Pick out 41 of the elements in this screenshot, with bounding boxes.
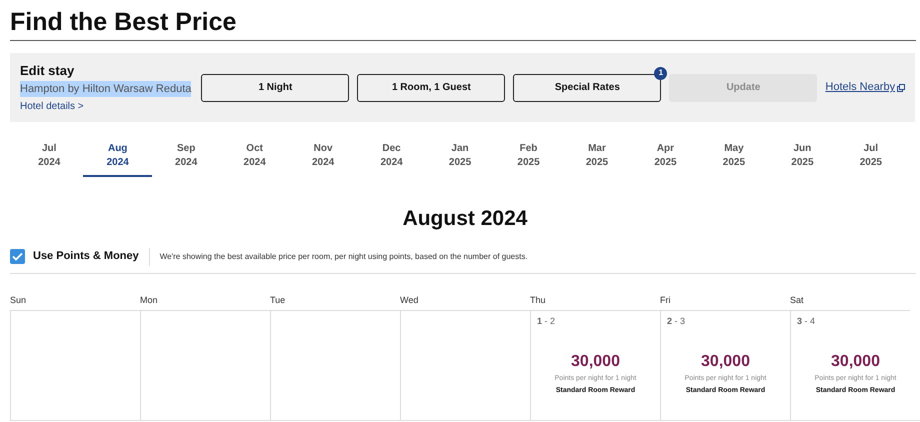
points-price: 30,000 bbox=[571, 352, 620, 372]
points-price: 30,000 bbox=[831, 352, 880, 372]
weekday-label: Sun bbox=[10, 294, 28, 306]
option-button[interactable]: Special Rates bbox=[513, 74, 662, 102]
weekday-label: Fri bbox=[660, 294, 672, 306]
date-range: 2 - 3 bbox=[667, 314, 686, 328]
external-link-icon bbox=[897, 84, 906, 92]
month-tab[interactable]: Jul 2024 bbox=[15, 142, 84, 177]
checkbox[interactable] bbox=[10, 249, 25, 264]
month-tab[interactable]: Nov 2024 bbox=[288, 142, 358, 177]
points-price: 30,000 bbox=[701, 352, 750, 372]
month-tab[interactable]: Apr 2025 bbox=[631, 142, 700, 177]
date-range: 1 - 2 bbox=[537, 314, 556, 328]
option-button[interactable]: 1 Night bbox=[201, 74, 350, 102]
points-note: We're showing the best available price per room, per night using points, based on the number of guests. bbox=[160, 250, 528, 262]
calendar-title: August 2024 bbox=[402, 206, 528, 232]
edit-stay-heading: Edit stay bbox=[20, 62, 76, 80]
month-tab[interactable]: Feb 2025 bbox=[494, 142, 563, 177]
date-range: 3 - 4 bbox=[797, 314, 816, 328]
weekday-label: Mon bbox=[140, 294, 159, 306]
month-tab[interactable]: Mar 2025 bbox=[562, 142, 632, 177]
month-tab[interactable]: Jan 2025 bbox=[426, 142, 494, 177]
hotels-nearby-link[interactable]: Hotels Nearby bbox=[825, 79, 906, 96]
weekday-label: Wed bbox=[400, 294, 420, 306]
month-tab[interactable]: Jul 2025 bbox=[836, 142, 906, 177]
weekday-label: Sat bbox=[790, 294, 805, 306]
count-badge: 1 bbox=[654, 66, 668, 80]
month-tab[interactable]: May 2025 bbox=[700, 142, 768, 177]
check-icon bbox=[12, 252, 23, 261]
weekday-label: Tue bbox=[270, 294, 286, 306]
month-tab[interactable]: Aug 2024 bbox=[83, 142, 152, 177]
checkbox-label: Use Points & Money bbox=[33, 249, 139, 264]
option-button[interactable]: 1 Room, 1 Guest bbox=[357, 74, 506, 102]
month-tab[interactable]: Oct 2024 bbox=[220, 142, 289, 177]
hotel-name: Hampton by Hilton Warsaw Reduta bbox=[20, 80, 192, 97]
weekday-label: Thu bbox=[530, 294, 547, 306]
page-title: Find the Best Price bbox=[10, 7, 238, 38]
month-tab[interactable]: Dec 2024 bbox=[357, 142, 426, 177]
month-tab[interactable]: Sep 2024 bbox=[152, 142, 220, 177]
month-tab[interactable]: Jun 2025 bbox=[768, 142, 837, 177]
hotel-details-link[interactable]: Hotel details > bbox=[20, 99, 192, 114]
